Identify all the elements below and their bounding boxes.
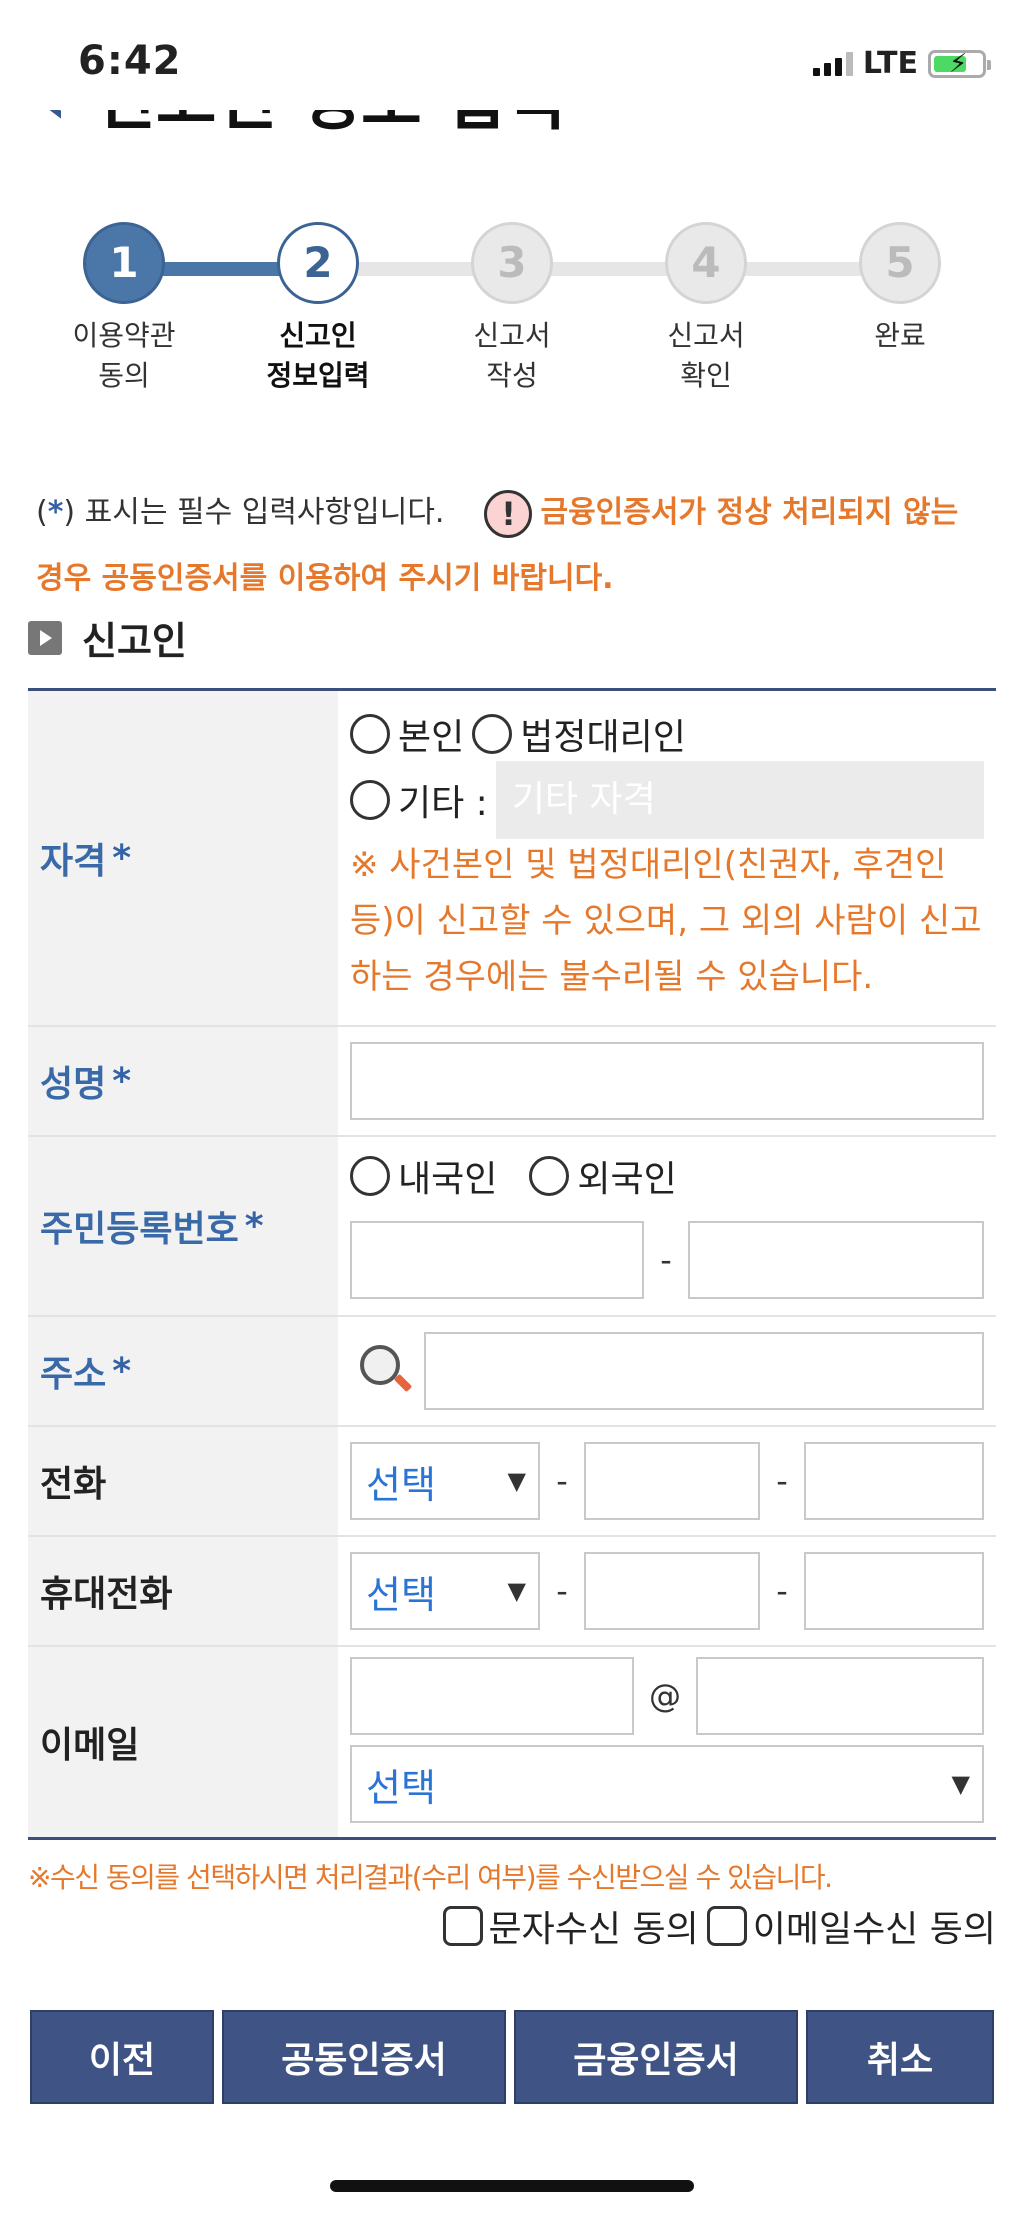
network-label: LTE	[862, 46, 918, 81]
step-2: 2 신고인 정보입력	[218, 222, 418, 396]
signal-icon	[812, 51, 853, 76]
step-1: 1 이용약관 동의	[24, 222, 224, 396]
qualification-note: ※ 사건본인 및 법정대리인(친권자, 후견인 등)이 신고할 수 있으며, 그…	[350, 845, 982, 997]
section-title: 신고인	[28, 610, 187, 665]
label-mobile: 휴대전화	[28, 1537, 338, 1645]
warning-icon: !	[484, 489, 533, 538]
label-name: 성명 *	[28, 1027, 338, 1135]
step-3: 3 신고서 작성	[412, 222, 612, 396]
step-1-label: 이용약관 동의	[72, 319, 176, 392]
radio-other-label: 기타 :	[398, 783, 488, 824]
row-address: 주소 *	[28, 1317, 996, 1427]
radio-self[interactable]	[350, 714, 390, 754]
row-mobile: 휴대전화 선택 ▼ - -	[28, 1537, 996, 1647]
mobile-middle-input[interactable]	[584, 1552, 760, 1630]
battery-icon: ⚡	[928, 49, 991, 79]
chevron-down-icon: ▼	[951, 1770, 970, 1798]
email-consent-label: 이메일수신 동의	[752, 1909, 996, 1950]
row-email: 이메일 @ 선택 ▼	[28, 1647, 996, 1837]
mobile-last-input[interactable]	[804, 1552, 984, 1630]
step-4: 4 신고서 확인	[606, 222, 806, 396]
email-at: @	[649, 1677, 681, 1715]
radio-foreign-label: 외국인	[577, 1159, 677, 1200]
label-email: 이메일	[28, 1647, 338, 1837]
required-text: ) 표시는 필수 입력사항입니다.	[63, 495, 445, 530]
joint-certificate-button[interactable]: 공동인증서	[222, 2010, 506, 2104]
step-1-circle: 1	[83, 222, 165, 304]
address-search-icon[interactable]	[360, 1345, 413, 1397]
step-5-label: 완료	[874, 319, 926, 352]
step-3-circle: 3	[471, 222, 553, 304]
required-notice: (*) 표시는 필수 입력사항입니다.! 금융인증서가 정상 처리되지 않는 경우…	[36, 480, 996, 612]
step-4-label: 신고서 확인	[667, 319, 745, 392]
name-input[interactable]	[350, 1042, 984, 1120]
consent-options: 문자수신 동의 이메일수신 동의	[442, 1900, 996, 1952]
resident-number-front-input[interactable]	[350, 1221, 644, 1299]
section-bullet-icon	[28, 620, 62, 655]
email-domain-select[interactable]: 선택 ▼	[350, 1745, 984, 1823]
email-domain-input[interactable]	[696, 1657, 984, 1735]
cell-qualification: 본인 법정대리인 기타 : 기타 자격 ※ 사건본인 및 법정대리인(친권자, …	[338, 691, 996, 1025]
section-title-text: 신고인	[82, 619, 187, 663]
radio-domestic[interactable]	[350, 1156, 390, 1196]
label-phone: 전화	[28, 1427, 338, 1535]
radio-legal-rep[interactable]	[472, 714, 513, 754]
status-bar: 6:42 LTE ⚡	[0, 0, 1024, 110]
radio-legal-rep-label: 법정대리인	[520, 717, 686, 758]
address-input[interactable]	[424, 1332, 984, 1410]
label-qualification: 자격 *	[28, 691, 338, 1025]
prev-button[interactable]: 이전	[30, 2010, 214, 2104]
mobile-prefix-select[interactable]: 선택 ▼	[350, 1552, 540, 1630]
email-consent-checkbox[interactable]	[706, 1906, 747, 1946]
email-id-input[interactable]	[350, 1657, 634, 1735]
radio-self-label: 본인	[398, 717, 465, 758]
step-2-label: 신고인 정보입력	[266, 319, 370, 392]
sms-consent-label: 문자수신 동의	[488, 1909, 699, 1950]
home-indicator[interactable]	[330, 2180, 694, 2192]
status-time: 6:42	[78, 38, 182, 84]
action-buttons: 이전 공동인증서 금융인증서 취소	[30, 2010, 994, 2104]
step-4-circle: 4	[665, 222, 747, 304]
label-address: 주소 *	[28, 1317, 338, 1425]
phone-area-select[interactable]: 선택 ▼	[350, 1442, 540, 1520]
radio-foreign[interactable]	[529, 1156, 570, 1196]
required-star: *	[47, 495, 64, 530]
row-qualification: 자격 * 본인 법정대리인 기타 : 기타 자격 ※ 사건본인 및 법정대리인(친…	[28, 691, 996, 1027]
label-resident-number: 주민등록번호 *	[28, 1137, 338, 1315]
radio-domestic-label: 내국인	[398, 1159, 498, 1200]
radio-other[interactable]	[350, 780, 390, 820]
step-3-label: 신고서 작성	[473, 319, 551, 392]
status-right: LTE ⚡	[812, 46, 991, 81]
progress-stepper: 1 이용약관 동의 2 신고인 정보입력 3 신고서 작성 4 신고서 확인 5 완료	[0, 222, 1024, 402]
other-qualification-input[interactable]: 기타 자격	[495, 761, 984, 839]
step-5-circle: 5	[859, 222, 941, 304]
step-5: 5 완료	[800, 222, 1000, 356]
row-resident-number: 주민등록번호 * 내국인 외국인 -	[28, 1137, 996, 1317]
phone-last-input[interactable]	[804, 1442, 984, 1520]
row-name: 성명 *	[28, 1027, 996, 1137]
step-2-circle: 2	[277, 222, 359, 304]
resident-number-back-input[interactable]	[688, 1221, 984, 1299]
chevron-down-icon: ▼	[507, 1467, 526, 1495]
finance-certificate-button[interactable]: 금융인증서	[514, 2010, 798, 2104]
consent-footnote: ※수신 동의를 선택하시면 처리결과(수리 여부)를 수신받으실 수 있습니다.	[28, 1861, 833, 1894]
phone-middle-input[interactable]	[584, 1442, 760, 1520]
cancel-button[interactable]: 취소	[806, 2010, 994, 2104]
chevron-down-icon: ▼	[507, 1577, 526, 1605]
row-phone: 전화 선택 ▼ - -	[28, 1427, 996, 1537]
sms-consent-checkbox[interactable]	[442, 1906, 483, 1946]
reporter-form: 자격 * 본인 법정대리인 기타 : 기타 자격 ※ 사건본인 및 법정대리인(친…	[28, 688, 996, 1840]
